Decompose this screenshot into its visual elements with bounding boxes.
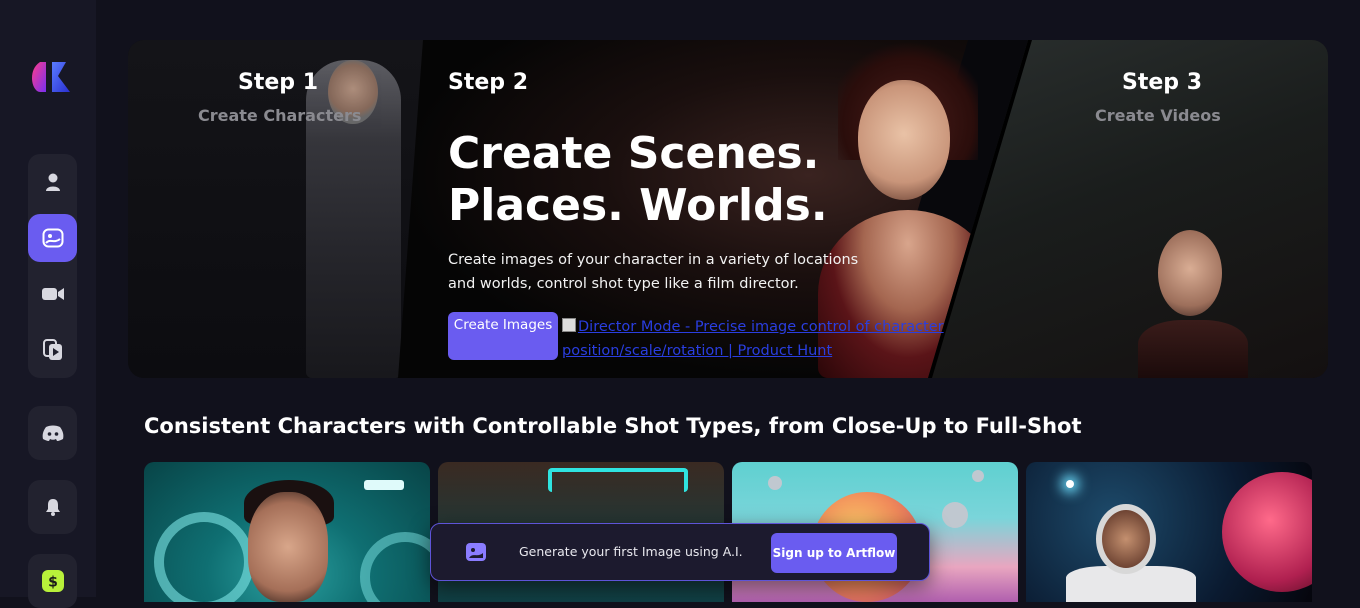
nav-group-pricing: $ bbox=[28, 554, 77, 608]
step3-title: Step 3 bbox=[1122, 70, 1202, 95]
pricing-button[interactable]: $ bbox=[28, 557, 77, 605]
step2-title: Step 2 bbox=[448, 70, 528, 95]
nav-characters-button[interactable] bbox=[28, 158, 77, 206]
broken-image-icon bbox=[562, 318, 576, 332]
signup-button[interactable]: Sign up to Artflow bbox=[771, 533, 897, 573]
create-images-button[interactable]: Create Images bbox=[448, 312, 558, 360]
notifications-button[interactable] bbox=[28, 483, 77, 531]
example-card-closeup[interactable] bbox=[144, 462, 430, 602]
nav-group-create bbox=[28, 154, 77, 378]
video-files-icon bbox=[42, 339, 62, 360]
product-hunt-link[interactable]: Director Mode - Precise image control of… bbox=[562, 315, 952, 363]
dollar-icon: $ bbox=[41, 570, 64, 592]
hero-headline: Create Scenes. Places. Worlds. bbox=[448, 128, 828, 231]
step1-subtitle[interactable]: Create Characters bbox=[198, 106, 361, 125]
section-title: Consistent Characters with Controllable … bbox=[144, 414, 1082, 438]
step1-title: Step 1 bbox=[238, 70, 318, 95]
nav-images-button[interactable] bbox=[28, 214, 77, 262]
hero-banner: Step 1 Create Characters Step 2 Step 3 C… bbox=[128, 40, 1328, 378]
nav-video-library-button[interactable] bbox=[28, 326, 77, 374]
example-card-astronaut[interactable] bbox=[1026, 462, 1312, 602]
hero-description: Create images of your character in a var… bbox=[448, 252, 859, 292]
discord-icon bbox=[42, 425, 63, 441]
image-icon bbox=[42, 228, 63, 248]
discord-button[interactable] bbox=[28, 409, 77, 457]
nav-videos-button[interactable] bbox=[28, 270, 77, 318]
artflow-logo[interactable] bbox=[32, 58, 72, 94]
video-camera-icon bbox=[41, 288, 64, 300]
video-still-image bbox=[1138, 230, 1248, 378]
toast-message: Generate your first Image using A.I. bbox=[519, 544, 743, 559]
image-icon bbox=[465, 542, 487, 566]
svg-text:$: $ bbox=[48, 575, 58, 591]
nav-group-notifications bbox=[28, 480, 77, 534]
sidebar: $ bbox=[0, 0, 96, 608]
signup-toast: Generate your first Image using A.I. Sig… bbox=[430, 523, 930, 581]
user-icon bbox=[45, 173, 60, 191]
nav-group-discord bbox=[28, 406, 77, 460]
bell-icon bbox=[45, 499, 60, 516]
step3-subtitle[interactable]: Create Videos bbox=[1095, 106, 1221, 125]
